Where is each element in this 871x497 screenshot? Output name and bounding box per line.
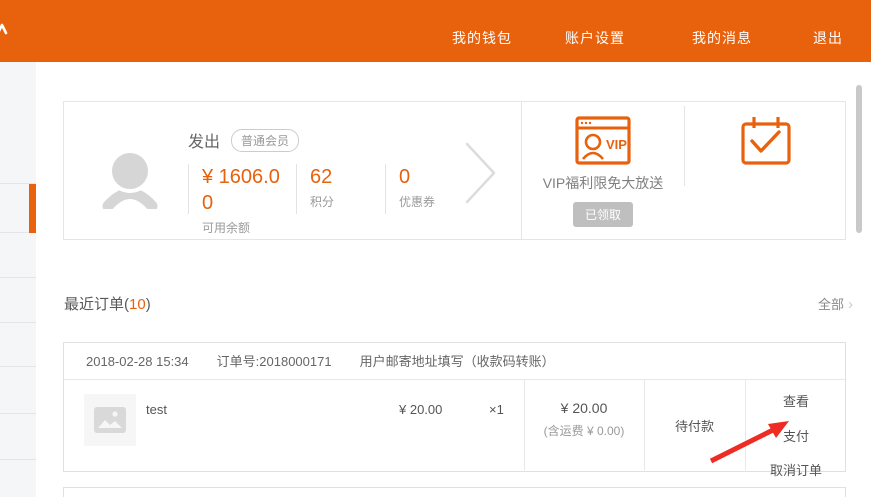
balance-label: 可用余额 xyxy=(202,219,296,236)
orders-title-prefix: 最近订单( xyxy=(64,296,129,313)
recent-orders-title: 最近订单(10) xyxy=(64,293,151,314)
cancel-order-link[interactable]: 取消订单 xyxy=(745,460,847,479)
nav-my-wallet[interactable]: 我的钱包 xyxy=(452,28,512,48)
order-row: 2018-02-28 15:34 订单号:2018000171 用户邮寄地址填写… xyxy=(63,342,846,472)
order-note: 用户邮寄地址填写（收款码转账） xyxy=(360,343,555,379)
vip-claimed-button[interactable]: 已领取 xyxy=(573,202,633,227)
pay-order-link[interactable]: 支付 xyxy=(745,426,847,445)
view-all-orders-link[interactable]: 全部 › xyxy=(818,294,853,313)
order-actions: 查看 支付 取消订单 xyxy=(745,380,847,479)
sidebar-item[interactable] xyxy=(0,460,36,497)
order-total-cell: ¥ 20.00 (含运费 ¥ 0.00) xyxy=(524,380,644,439)
product-name[interactable]: test xyxy=(146,402,167,417)
stat-balance: ¥ 1606.00 可用余额 xyxy=(188,162,296,236)
user-avatar-icon xyxy=(102,149,158,209)
sidebar-item[interactable] xyxy=(0,233,36,278)
points-value: 62 xyxy=(310,164,385,190)
member-level-badge: 普通会员 xyxy=(231,129,299,152)
chevron-right-icon: › xyxy=(848,296,853,313)
order-row-partial xyxy=(63,487,846,497)
nav-account-settings[interactable]: 账户设置 xyxy=(565,28,625,48)
order-datetime: 2018-02-28 15:34 xyxy=(86,343,189,379)
nav-logout[interactable]: 退出 xyxy=(813,28,843,48)
logo-mark-icon xyxy=(0,22,11,42)
orders-title-suffix: ) xyxy=(146,296,151,313)
stat-points: 62 积分 xyxy=(296,162,385,210)
product-price: ¥ 20.00 xyxy=(399,402,442,417)
order-header: 2018-02-28 15:34 订单号:2018000171 用户邮寄地址填写… xyxy=(64,343,845,380)
account-page: 我的钱包 账户设置 我的消息 退出 发出 普通会员 ¥ 1606.00 可用余额 xyxy=(0,0,871,497)
chevron-right-icon[interactable] xyxy=(464,142,498,204)
orders-count: 10 xyxy=(129,296,146,313)
sidebar-active-indicator xyxy=(29,184,36,233)
sidebar-item[interactable] xyxy=(0,323,36,367)
image-placeholder-icon xyxy=(84,394,136,446)
order-body: test ¥ 20.00 ×1 ¥ 20.00 (含运费 ¥ 0.00) 待付款… xyxy=(64,380,845,472)
product-thumbnail[interactable] xyxy=(84,394,136,446)
sidebar-item[interactable] xyxy=(0,62,36,184)
product-quantity: ×1 xyxy=(489,402,504,417)
vip-icon-label: VIP xyxy=(606,137,627,152)
account-stats: ¥ 1606.00 可用余额 62 积分 0 优惠券 xyxy=(188,162,480,236)
checkin-panel xyxy=(685,102,847,239)
username: 发出 xyxy=(188,128,220,152)
sidebar-item[interactable] xyxy=(0,414,36,460)
view-order-link[interactable]: 查看 xyxy=(745,391,847,410)
nav-my-messages[interactable]: 我的消息 xyxy=(692,28,752,48)
sidebar-item[interactable] xyxy=(0,278,36,323)
sidebar-item[interactable] xyxy=(0,367,36,414)
order-number: 订单号:2018000171 xyxy=(217,343,332,379)
order-total: ¥ 20.00 xyxy=(524,400,644,416)
calendar-check-icon[interactable] xyxy=(740,115,792,167)
vip-browser-icon: VIP xyxy=(575,116,631,165)
balance-value: ¥ 1606.00 xyxy=(202,164,290,216)
user-info-card: 发出 普通会员 ¥ 1606.00 可用余额 62 积分 0 优惠券 xyxy=(63,101,846,240)
scrollbar-thumb[interactable] xyxy=(856,85,862,233)
points-label: 积分 xyxy=(310,193,385,210)
order-status: 待付款 xyxy=(644,416,745,435)
shipping-note: (含运费 ¥ 0.00) xyxy=(524,422,644,439)
top-header: 我的钱包 账户设置 我的消息 退出 xyxy=(0,0,871,62)
vip-promo-text: VIP福利限免大放送 xyxy=(522,173,684,193)
sidebar xyxy=(0,62,36,497)
vip-promo-panel[interactable]: VIP VIP福利限免大放送 已领取 xyxy=(522,102,684,239)
view-all-label: 全部 xyxy=(818,297,844,312)
